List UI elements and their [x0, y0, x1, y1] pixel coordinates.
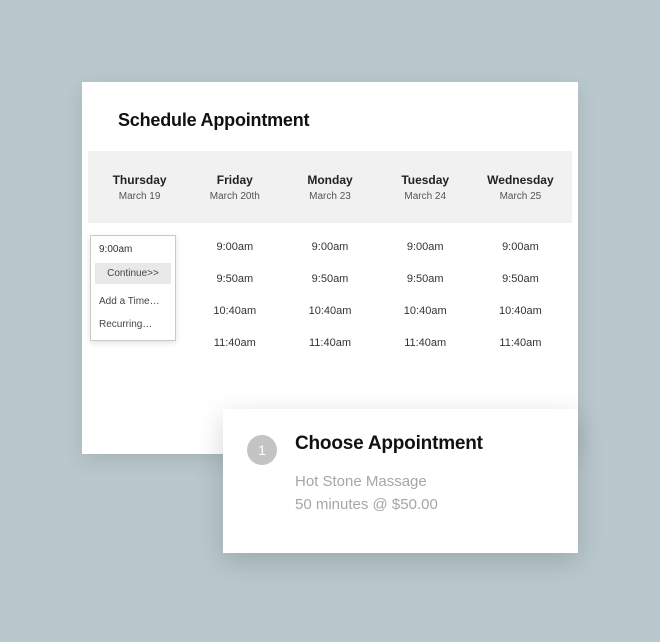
service-detail: 50 minutes @ $50.00: [295, 494, 483, 517]
day-date: March 20th: [187, 191, 282, 202]
time-slot[interactable]: 10:40am: [213, 305, 256, 317]
day-date: March 23: [282, 191, 377, 202]
time-slot[interactable]: 9:50am: [407, 273, 444, 285]
slot-column: 9:00am 9:50am 10:40am 11:40am: [378, 241, 473, 349]
day-head-wednesday[interactable]: Wednesday March 25: [473, 173, 568, 202]
slot-column: 9:00am 9:50am 10:40am 11:40am: [473, 241, 568, 349]
day-name: Tuesday: [378, 173, 473, 187]
day-name: Friday: [187, 173, 282, 187]
time-slot[interactable]: 9:50am: [216, 273, 253, 285]
time-slot[interactable]: 11:40am: [214, 337, 256, 349]
time-slot[interactable]: 11:40am: [309, 337, 351, 349]
day-date: March 25: [473, 191, 568, 202]
slot-column: 9:00am 9:50am 10:40am 11:40am: [282, 241, 377, 349]
time-slot[interactable]: 9:50am: [502, 273, 539, 285]
time-slot[interactable]: 10:40am: [499, 305, 542, 317]
time-slot[interactable]: 9:00am: [216, 241, 253, 253]
day-head-monday[interactable]: Monday March 23: [282, 173, 377, 202]
time-slot[interactable]: 10:40am: [404, 305, 447, 317]
time-slot[interactable]: 9:50am: [312, 273, 349, 285]
day-head-thursday[interactable]: Thursday March 19: [92, 173, 187, 202]
time-slot[interactable]: 9:00am: [502, 241, 539, 253]
time-slots-area: 9:00am Continue>> Add a Time… Recurring……: [88, 223, 572, 349]
choose-heading: Choose Appointment: [295, 433, 483, 455]
time-slot[interactable]: 9:00am: [312, 241, 349, 253]
day-header-row: Thursday March 19 Friday March 20th Mond…: [88, 151, 572, 223]
slot-column: 9:00am 9:50am 10:40am 11:40am: [187, 241, 282, 349]
schedule-title: Schedule Appointment: [82, 110, 578, 131]
day-name: Monday: [282, 173, 377, 187]
popover-selected-time: 9:00am: [91, 236, 175, 261]
recurring-link[interactable]: Recurring…: [91, 313, 175, 340]
step-badge: 1: [247, 435, 277, 465]
add-time-link[interactable]: Add a Time…: [91, 290, 175, 313]
day-head-tuesday[interactable]: Tuesday March 24: [378, 173, 473, 202]
service-name: Hot Stone Massage: [295, 471, 483, 494]
day-name: Wednesday: [473, 173, 568, 187]
choose-appointment-card: 1 Choose Appointment Hot Stone Massage 5…: [223, 409, 578, 553]
continue-button[interactable]: Continue>>: [95, 263, 171, 284]
time-slot[interactable]: 9:00am: [407, 241, 444, 253]
time-popover: 9:00am Continue>> Add a Time… Recurring…: [90, 235, 176, 341]
time-slot[interactable]: 11:40am: [404, 337, 446, 349]
choose-details: Hot Stone Massage 50 minutes @ $50.00: [295, 471, 483, 516]
day-date: March 19: [92, 191, 187, 202]
day-date: March 24: [378, 191, 473, 202]
time-slot[interactable]: 10:40am: [309, 305, 352, 317]
schedule-card: Schedule Appointment Thursday March 19 F…: [82, 82, 578, 454]
day-name: Thursday: [92, 173, 187, 187]
time-slot[interactable]: 11:40am: [499, 337, 541, 349]
day-head-friday[interactable]: Friday March 20th: [187, 173, 282, 202]
choose-body: Choose Appointment Hot Stone Massage 50 …: [295, 433, 483, 516]
